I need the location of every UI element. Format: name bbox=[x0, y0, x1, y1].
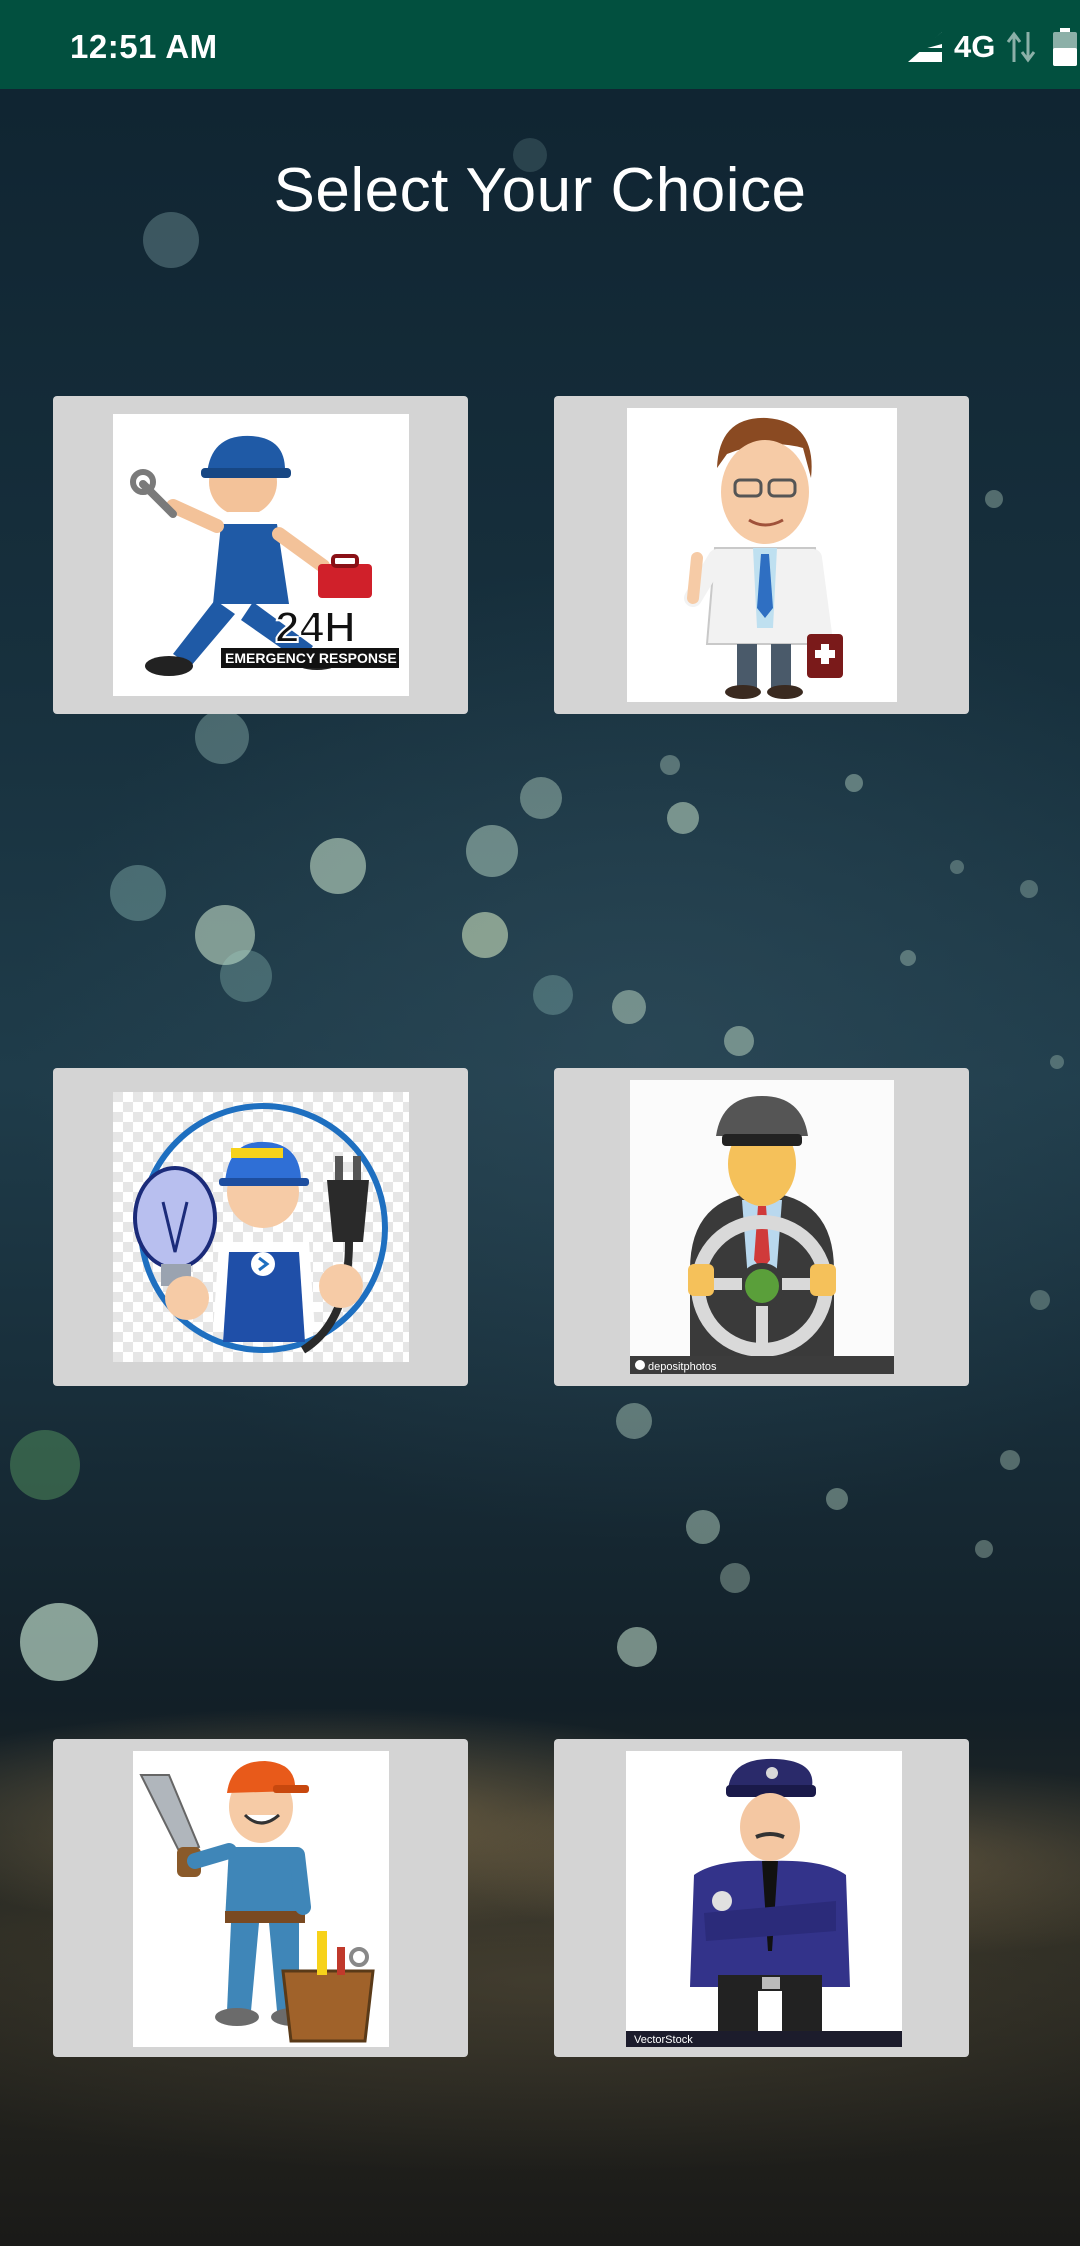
network-type: 4G bbox=[954, 29, 996, 64]
status-bar: 12:51 AM 4G bbox=[0, 0, 1080, 89]
page-title: Select Your Choice bbox=[273, 156, 807, 225]
status-time: 12:51 AM bbox=[70, 28, 218, 65]
plumber-image-text: 24H bbox=[275, 603, 356, 652]
status-icons: 4G bbox=[820, 0, 1080, 89]
signal-icon bbox=[908, 32, 942, 62]
choice-card-police[interactable]: VectorStock bbox=[554, 1739, 969, 2057]
driver-image-watermark: depositphotos bbox=[648, 1361, 717, 1373]
electrician-illustration bbox=[113, 1092, 409, 1362]
police-illustration: VectorStock bbox=[626, 1751, 902, 2047]
plumber-illustration: 24H EMERGENCY RESPONSE bbox=[113, 414, 409, 696]
police-image-watermark: VectorStock bbox=[634, 2034, 693, 2046]
plumber-image-subtext: EMERGENCY RESPONSE bbox=[225, 650, 397, 666]
choice-card-plumber[interactable]: 24H EMERGENCY RESPONSE bbox=[53, 396, 468, 714]
choice-card-doctor[interactable] bbox=[554, 396, 969, 714]
driver-illustration: depositphotos bbox=[630, 1080, 894, 1374]
choice-card-driver[interactable]: depositphotos bbox=[554, 1068, 969, 1386]
battery-icon bbox=[1053, 28, 1077, 66]
choice-card-electrician[interactable] bbox=[53, 1068, 468, 1386]
carpenter-illustration bbox=[133, 1751, 389, 2047]
doctor-illustration bbox=[627, 408, 897, 702]
choice-card-carpenter[interactable] bbox=[53, 1739, 468, 2057]
data-arrows-icon bbox=[1006, 31, 1036, 63]
